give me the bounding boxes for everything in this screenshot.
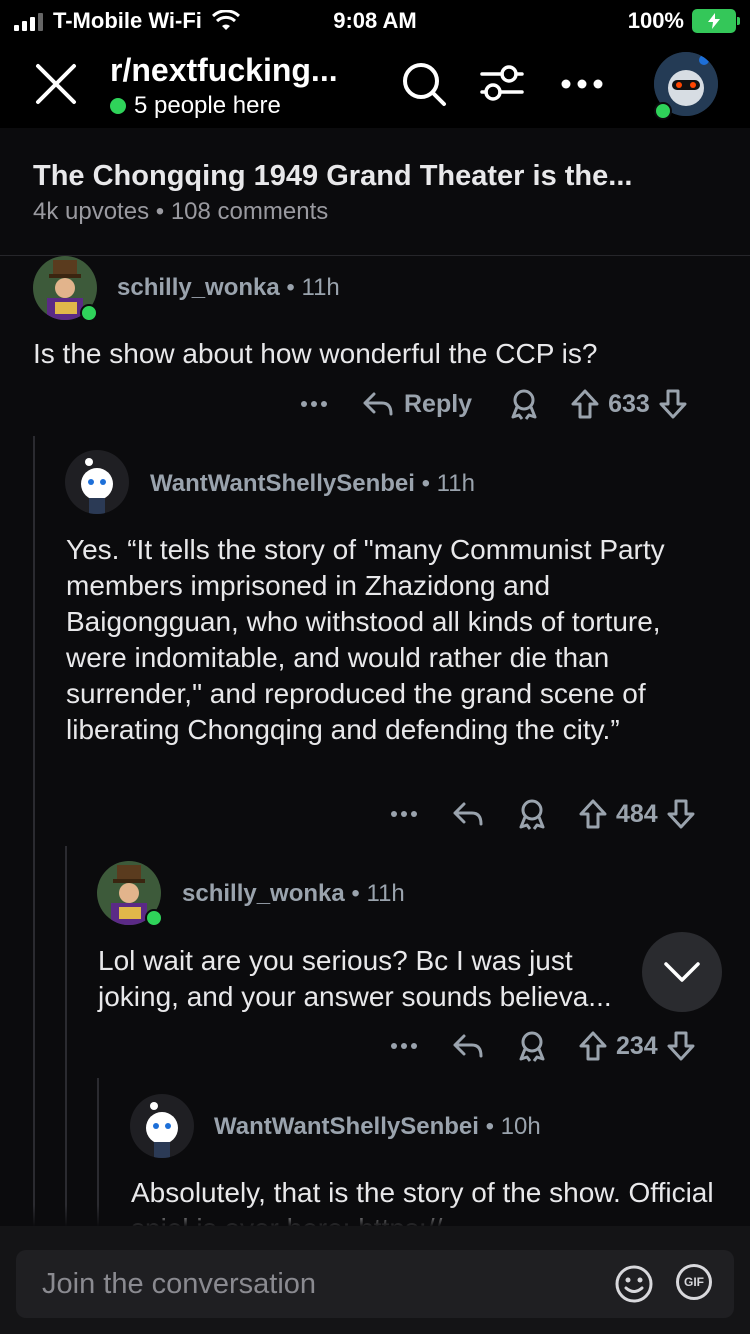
close-icon[interactable]	[34, 62, 78, 106]
username[interactable]: schilly_wonka	[182, 880, 345, 907]
comment-composer-bar: Join the conversation GIF	[0, 1226, 750, 1334]
scroll-fade	[0, 1205, 750, 1227]
upvote-icon[interactable]	[578, 1030, 608, 1062]
reply-icon[interactable]	[452, 1032, 484, 1060]
avatar[interactable]	[130, 1094, 194, 1158]
status-bar: T-Mobile Wi-Fi 9:08 AM 100%	[0, 0, 750, 40]
gif-button[interactable]: GIF	[676, 1264, 712, 1300]
sort-filter-icon[interactable]	[478, 60, 526, 108]
award-icon[interactable]	[516, 1030, 548, 1062]
vote-score: 484	[616, 799, 658, 828]
comment-time: 11h	[366, 880, 405, 907]
comment-author[interactable]: schilly_wonka • 11h	[117, 274, 340, 302]
username[interactable]: WantWantShellySenbei	[150, 470, 415, 497]
online-indicator	[80, 304, 98, 322]
people-here: 5 people here	[110, 92, 281, 120]
chevron-down-icon	[664, 962, 700, 982]
thread-line[interactable]	[33, 436, 35, 1226]
comment-input-placeholder: Join the conversation	[42, 1268, 317, 1300]
comment-body: Lol wait are you serious? Bc I was just …	[98, 945, 612, 1012]
comment-author[interactable]: WantWantShellySenbei • 10h	[214, 1113, 541, 1141]
comment-actions: 234	[390, 1028, 696, 1064]
reply-button[interactable]: Reply	[362, 390, 472, 419]
people-here-label: 5 people here	[134, 92, 281, 119]
award-icon[interactable]	[508, 388, 540, 420]
comment-body: Is the show about how wonderful the CCP …	[33, 338, 598, 369]
comment-actions: Reply 633	[300, 386, 688, 422]
downvote-icon[interactable]	[666, 1030, 696, 1062]
reply-label: Reply	[404, 389, 473, 418]
reply-icon[interactable]	[452, 800, 484, 828]
comment-time: 11h	[436, 470, 475, 497]
downvote-icon[interactable]	[658, 388, 688, 420]
post-title[interactable]: The Chongqing 1949 Grand Theater is the.…	[33, 160, 632, 193]
user-online-dot	[654, 102, 672, 120]
upvote-icon[interactable]	[578, 798, 608, 830]
more-options-icon[interactable]	[560, 76, 604, 92]
more-options-icon[interactable]	[390, 1042, 418, 1050]
downvote-icon[interactable]	[666, 798, 696, 830]
avatar[interactable]	[65, 450, 129, 514]
post-header[interactable]: The Chongqing 1949 Grand Theater is the.…	[0, 128, 750, 256]
top-bar: r/nextfucking... 5 people here	[0, 40, 750, 128]
next-comment-button[interactable]	[642, 932, 722, 1012]
reply-icon	[363, 392, 393, 416]
upvote-count: 4k upvotes	[33, 198, 150, 225]
comment-actions: 484	[390, 796, 696, 832]
comment-input[interactable]: Join the conversation GIF	[16, 1250, 734, 1318]
comment-body: Yes. “It tells the story of "many Commun…	[66, 534, 665, 745]
username[interactable]: WantWantShellySenbei	[214, 1113, 479, 1140]
thread-line[interactable]	[97, 1078, 99, 1226]
comment-count: 108 comments	[170, 198, 329, 225]
award-icon[interactable]	[516, 798, 548, 830]
comment-author[interactable]: WantWantShellySenbei • 11h	[150, 470, 475, 498]
vote-score: 633	[608, 389, 650, 418]
gif-label: GIF	[684, 1275, 704, 1289]
comment-time: 11h	[301, 274, 340, 301]
vote-score: 234	[616, 1031, 658, 1060]
emoji-icon[interactable]	[614, 1264, 654, 1304]
online-indicator	[145, 909, 163, 927]
meta-separator: •	[155, 198, 165, 225]
thread-line[interactable]	[65, 846, 67, 1226]
post-meta: 4k upvotes • 108 comments	[33, 198, 328, 226]
online-indicator	[110, 98, 126, 114]
upvote-icon[interactable]	[570, 388, 600, 420]
comment-author[interactable]: schilly_wonka • 11h	[182, 880, 405, 908]
more-options-icon[interactable]	[300, 400, 328, 408]
username[interactable]: schilly_wonka	[117, 274, 280, 301]
battery-percent: 100%	[627, 8, 684, 33]
battery-charging-icon	[692, 9, 740, 33]
search-icon[interactable]	[400, 60, 448, 108]
subreddit-title[interactable]: r/nextfucking...	[110, 52, 390, 89]
comment-time: 10h	[500, 1113, 541, 1140]
more-options-icon[interactable]	[390, 810, 418, 818]
